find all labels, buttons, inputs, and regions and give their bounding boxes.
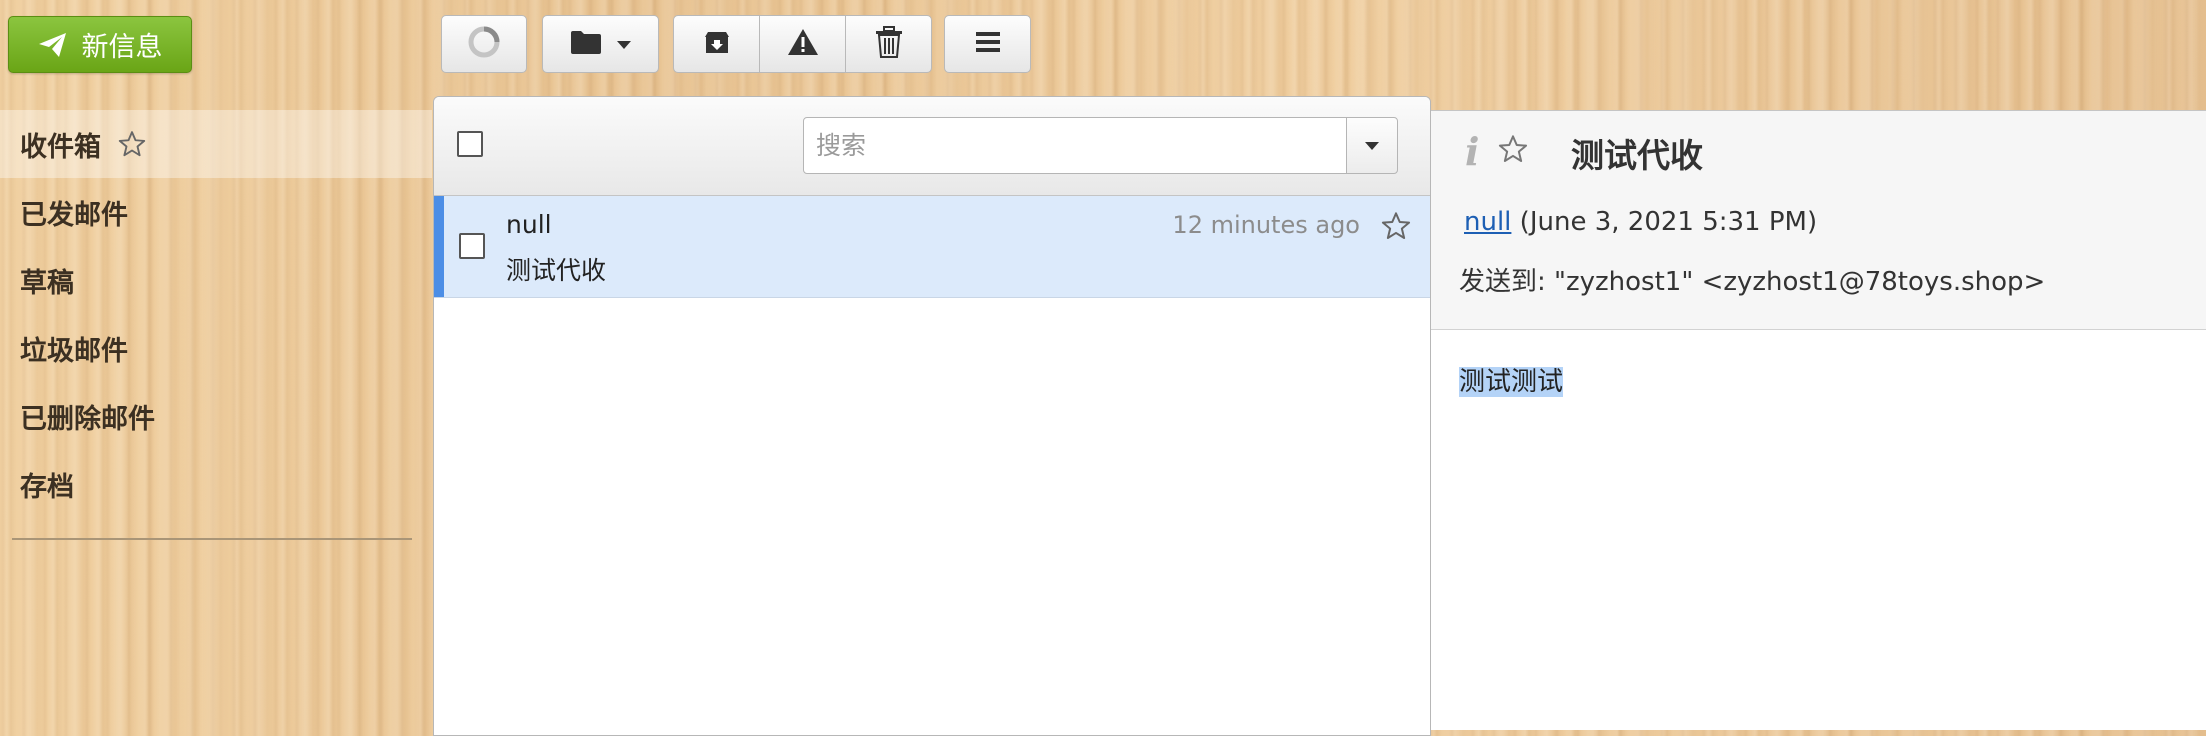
selection-indicator bbox=[434, 196, 444, 297]
folder-spam[interactable]: 垃圾邮件 bbox=[0, 314, 432, 382]
folder-inbox[interactable]: 收件箱 bbox=[0, 110, 432, 178]
message-checkbox[interactable] bbox=[459, 233, 485, 259]
folder-label: 已删除邮件 bbox=[20, 403, 155, 435]
folder-trash[interactable]: 已删除邮件 bbox=[0, 382, 432, 450]
message-subject: 测试代收 bbox=[506, 256, 607, 285]
search-input[interactable] bbox=[803, 117, 1347, 174]
folder-label: 收件箱 bbox=[20, 131, 101, 163]
refresh-spinner-icon bbox=[466, 24, 502, 64]
archive-icon bbox=[703, 29, 731, 59]
more-menu-button[interactable] bbox=[944, 15, 1031, 73]
folder-label: 已发邮件 bbox=[20, 199, 128, 231]
to-label: 发送到: bbox=[1459, 267, 1546, 297]
message-preview-panel: i 测试代收 null (June 3, 2021 5:31 PM) 发送到: … bbox=[1431, 110, 2206, 730]
message-list-header bbox=[434, 97, 1430, 196]
preview-date: (June 3, 2021 5:31 PM) bbox=[1519, 207, 1818, 237]
message-preview-header: i 测试代收 null (June 3, 2021 5:31 PM) 发送到: … bbox=[1431, 111, 2206, 330]
to-value: "zyzhost1" <zyzhost1@78toys.shop> bbox=[1554, 267, 2046, 297]
delete-button[interactable] bbox=[845, 15, 932, 73]
folder-label: 草稿 bbox=[20, 267, 74, 299]
warning-icon bbox=[787, 28, 819, 60]
menu-icon bbox=[975, 30, 1001, 58]
folder-sent[interactable]: 已发邮件 bbox=[0, 178, 432, 246]
folder-list: 收件箱 已发邮件 草稿 垃圾邮件 已删除邮件 存档 bbox=[0, 110, 432, 518]
chevron-down-icon bbox=[1364, 136, 1380, 155]
send-icon bbox=[38, 32, 68, 58]
select-all-checkbox[interactable] bbox=[457, 131, 483, 157]
message-body: 测试测试 bbox=[1459, 361, 1564, 398]
compose-label: 新信息 bbox=[81, 32, 163, 63]
folder-icon bbox=[570, 29, 602, 59]
message-time: 12 minutes ago bbox=[1172, 211, 1360, 239]
star-icon[interactable] bbox=[1380, 210, 1412, 246]
star-icon[interactable] bbox=[117, 129, 147, 159]
preview-from-line: null (June 3, 2021 5:31 PM) bbox=[1464, 207, 1817, 237]
star-icon[interactable] bbox=[1497, 133, 1529, 169]
info-icon[interactable]: i bbox=[1465, 129, 1479, 174]
folder-archive[interactable]: 存档 bbox=[0, 450, 432, 518]
preview-to-line: 发送到: "zyzhost1" <zyzhost1@78toys.shop> bbox=[1459, 261, 2045, 298]
folder-label: 垃圾邮件 bbox=[20, 335, 128, 367]
report-spam-button[interactable] bbox=[759, 15, 846, 73]
message-sender: null bbox=[506, 210, 552, 239]
message-list-panel: null 测试代收 12 minutes ago bbox=[433, 96, 1431, 736]
search-options-dropdown[interactable] bbox=[1346, 117, 1398, 174]
trash-icon bbox=[875, 26, 903, 62]
preview-subject: 测试代收 bbox=[1571, 136, 1703, 175]
archive-button[interactable] bbox=[673, 15, 760, 73]
chevron-down-icon bbox=[616, 35, 632, 54]
sidebar-divider bbox=[12, 538, 412, 540]
sender-link[interactable]: null bbox=[1464, 207, 1511, 237]
move-to-folder-button[interactable] bbox=[542, 15, 659, 73]
folder-drafts[interactable]: 草稿 bbox=[0, 246, 432, 314]
folder-label: 存档 bbox=[20, 471, 74, 503]
refresh-button[interactable] bbox=[441, 15, 527, 73]
compose-button[interactable]: 新信息 bbox=[8, 16, 192, 73]
message-body-text: 测试测试 bbox=[1459, 367, 1564, 397]
message-row[interactable]: null 测试代收 12 minutes ago bbox=[434, 196, 1430, 298]
